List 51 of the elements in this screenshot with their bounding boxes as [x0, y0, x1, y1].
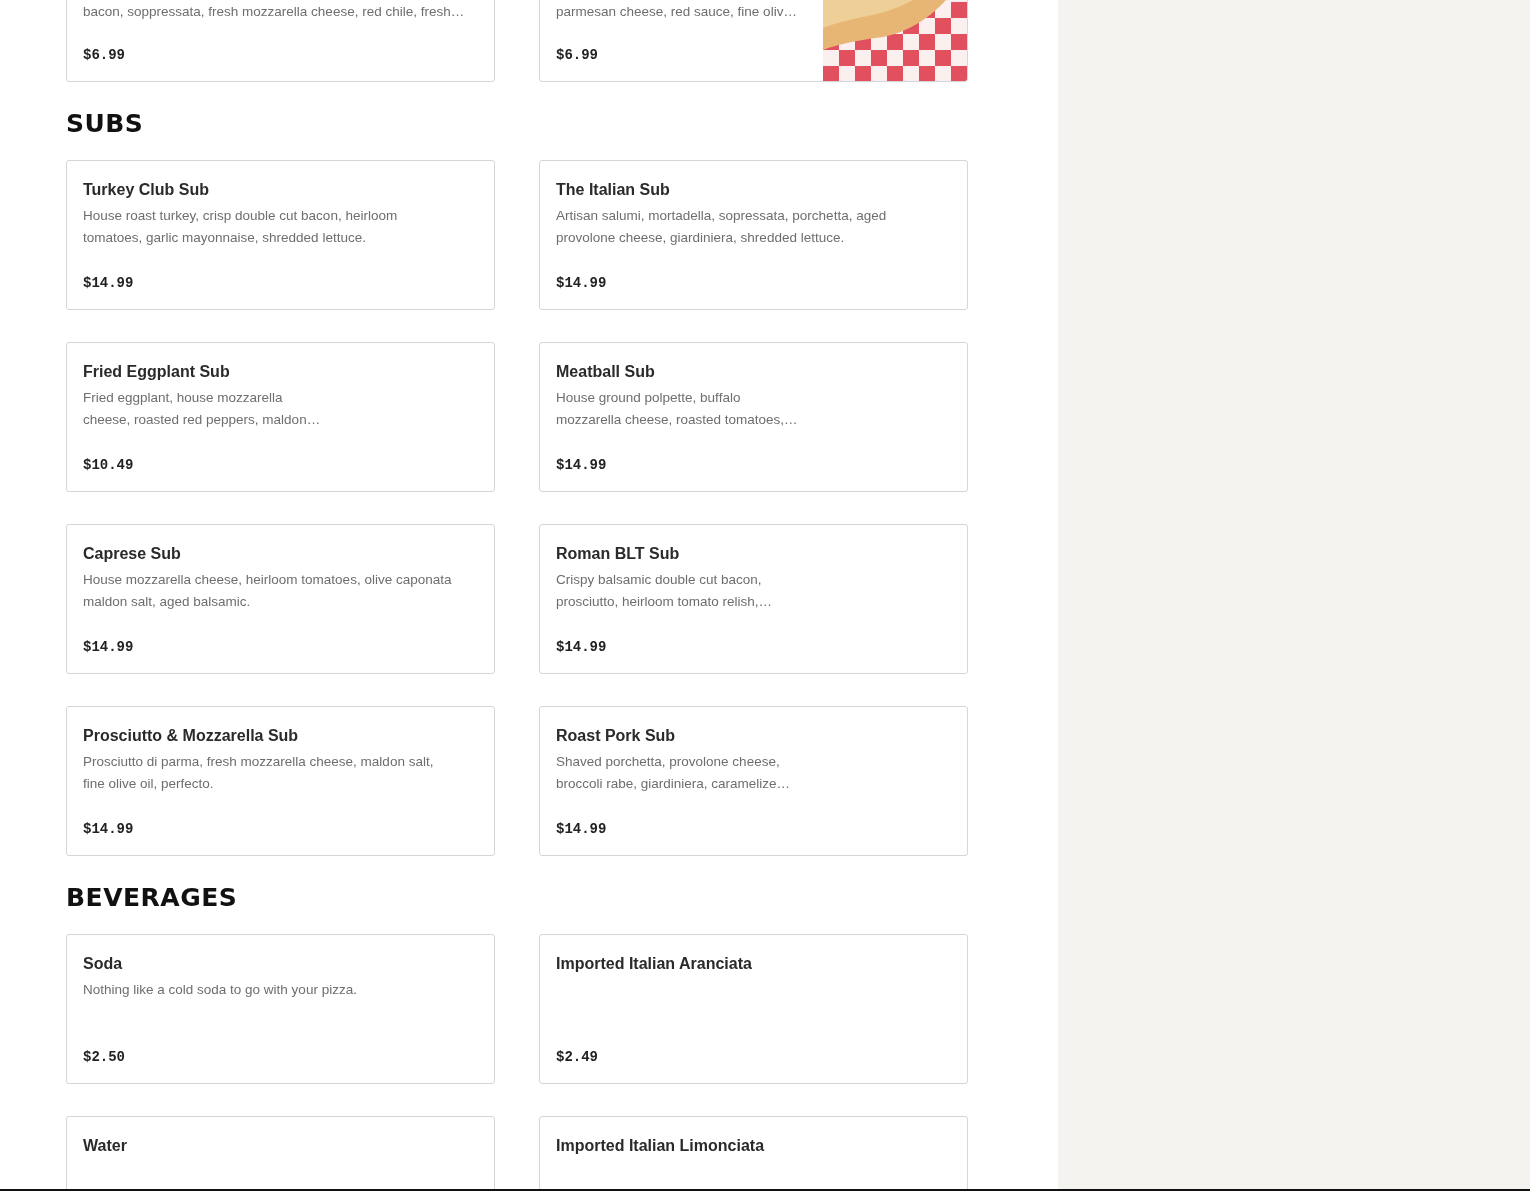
- item-name: Prosciutto & Mozzarella Sub: [83, 726, 300, 746]
- item-name: Imported Italian Limonciata: [556, 1136, 766, 1156]
- menu-item-card[interactable]: The Italian Sub Artisan salumi, mortadella, sopressata, porchetta, aged provolone cheese, giardiniera, shredded lettuce. $14.99: [539, 160, 968, 310]
- menu-item-card[interactable]: Roast Pork Sub Shaved porchetta, provolone cheese, broccoli rabe, giardiniera, caramelize… $14.99: [539, 706, 968, 856]
- item-name: Turkey Club Sub: [83, 180, 210, 200]
- item-description: House roast turkey, crisp double cut bacon, heirloom tomatoes, garlic mayonnaise, shredded lettuce.: [83, 207, 399, 247]
- item-description: Fried eggplant, house mozzarella cheese, roasted red peppers, maldon…: [83, 389, 322, 429]
- item-name: Fried Eggplant Sub: [83, 362, 231, 382]
- item-price: $14.99: [83, 820, 135, 839]
- item-price: $2.49: [556, 1048, 599, 1067]
- item-price: $14.99: [556, 638, 608, 657]
- menu-item-card[interactable]: Imported Italian Limonciata: [539, 1116, 968, 1189]
- menu-item-card[interactable]: Fried Eggplant Sub Fried eggplant, house mozzarella cheese, roasted red peppers, maldon… $10.49: [66, 342, 495, 492]
- item-description: Artisan salumi, mortadella, sopressata, porchetta, aged provolone cheese, giardiniera, shredded lettuce.: [556, 207, 888, 247]
- menu-item-card[interactable]: Turkey Club Sub House roast turkey, crisp double cut bacon, heirloom tomatoes, garlic mayonnaise, shredded lettuce. $14.99: [66, 160, 495, 310]
- menu-item-card[interactable]: Prosciutto & Mozzarella Sub Prosciutto di parma, fresh mozzarella cheese, maldon salt, fine olive oil, perfecto. $14.99: [66, 706, 495, 856]
- item-description: Nothing like a cold soda to go with your pizza.: [83, 981, 358, 999]
- menu-item-card[interactable]: Soda Nothing like a cold soda to go with your pizza. $2.50: [66, 934, 495, 1084]
- item-name: Roman BLT Sub: [556, 544, 681, 564]
- item-description: Prosciutto di parma, fresh mozzarella cheese, maldon salt, fine olive oil, perfecto.: [83, 753, 435, 793]
- section-heading: SUBS: [66, 108, 145, 140]
- menu-item-card[interactable]: bacon, soppressata, fresh mozzarella cheese, red chile, fresh… $6.99: [66, 0, 495, 82]
- menu-item-card[interactable]: Caprese Sub House mozzarella cheese, heirloom tomatoes, olive caponata maldon salt, aged balsamic. $14.99: [66, 524, 495, 674]
- item-name: Roast Pork Sub: [556, 726, 677, 746]
- item-price: $14.99: [83, 274, 135, 293]
- item-name: The Italian Sub: [556, 180, 671, 200]
- item-description: Shaved porchetta, provolone cheese, broccoli rabe, giardiniera, caramelize…: [556, 753, 792, 793]
- item-price: $14.99: [83, 638, 135, 657]
- section-heading: BEVERAGES: [66, 882, 239, 914]
- item-name: Imported Italian Aranciata: [556, 954, 753, 974]
- item-price: $10.49: [83, 456, 135, 475]
- item-name: Water: [83, 1136, 128, 1156]
- item-price: $6.99: [83, 46, 126, 65]
- item-description: House ground polpette, buffalo mozzarella cheese, roasted tomatoes,…: [556, 389, 799, 429]
- menu-item-card[interactable]: Meatball Sub House ground polpette, buffalo mozzarella cheese, roasted tomatoes,… $14.99: [539, 342, 968, 492]
- item-price: $6.99: [556, 46, 599, 65]
- item-description: Crispy balsamic double cut bacon, prosciutto, heirloom tomato relish,…: [556, 571, 774, 611]
- menu-item-card[interactable]: parmesan cheese, red sauce, fine oliv… $6.99: [539, 0, 968, 82]
- item-name: Meatball Sub: [556, 362, 656, 382]
- menu-item-card[interactable]: Imported Italian Aranciata $2.49: [539, 934, 968, 1084]
- item-description: parmesan cheese, red sauce, fine oliv…: [556, 3, 798, 21]
- item-price: $14.99: [556, 820, 608, 839]
- item-name: Caprese Sub: [83, 544, 182, 564]
- item-price: $2.50: [83, 1048, 126, 1067]
- item-name: Soda: [83, 954, 124, 974]
- item-price: $14.99: [556, 456, 608, 475]
- item-description: House mozzarella cheese, heirloom tomatoes, olive caponata maldon salt, aged balsamic.: [83, 571, 453, 611]
- item-description: bacon, soppressata, fresh mozzarella cheese, red chile, fresh…: [83, 3, 466, 21]
- menu-item-card[interactable]: Roman BLT Sub Crispy balsamic double cut bacon, prosciutto, heirloom tomato relish,… $14.99: [539, 524, 968, 674]
- item-price: $14.99: [556, 274, 608, 293]
- menu-item-card[interactable]: Water: [66, 1116, 495, 1189]
